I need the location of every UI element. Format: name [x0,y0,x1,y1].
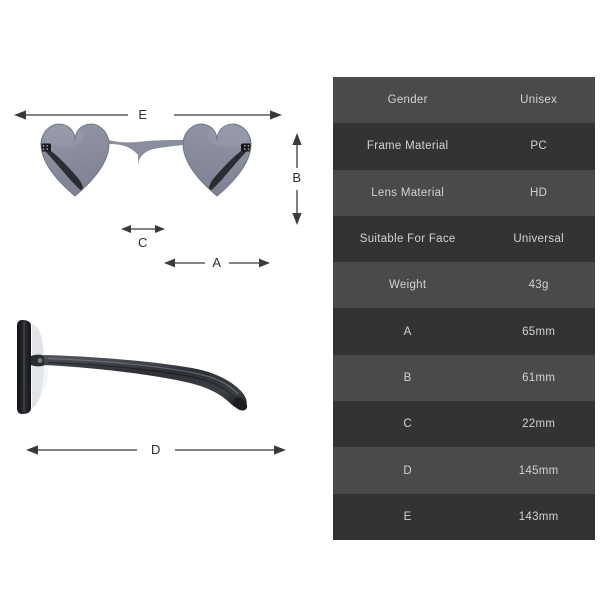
spec-key: Frame Material [366,140,449,153]
spec-value: PC [530,140,547,153]
table-row: Weight 43g [333,262,595,309]
dimension-label-e: E [128,108,158,122]
spec-key: A [403,325,412,338]
table-row: Frame Material PC [333,123,595,170]
spec-value: Unisex [520,94,558,107]
temple-arm [44,355,247,409]
dimension-label-c: C [135,236,151,250]
spec-key: Gender [387,94,428,107]
table-row: Gender Unisex [333,77,595,124]
table-row: A 65mm [333,308,595,355]
dimension-arrow-c [121,225,165,233]
table-row: B 61mm [333,354,595,402]
spec-value: 65mm [522,325,556,338]
right-lens [183,124,251,197]
spec-value: 145mm [518,464,559,477]
spec-key: C [403,418,412,431]
spec-value: 43g [528,279,549,292]
spec-key: Lens Material [371,186,445,199]
spec-key: D [403,464,412,477]
spec-key: Suitable For Face [359,233,456,246]
table-row: D 145mm [333,447,595,494]
table-row: C 22mm [333,401,595,448]
table-row: Lens Material HD [333,169,595,216]
spec-value: 61mm [522,371,556,384]
sunglasses-side-view [17,320,248,414]
product-diagram-panel: E B C A D [0,0,325,600]
spec-value: 22mm [522,418,556,431]
spec-value: HD [530,186,548,199]
dimension-label-a: A [206,256,228,270]
specification-table: Gender Unisex Frame Material PC Lens Mat… [333,77,595,540]
dimension-label-d: D [141,443,171,457]
table-row: E 143mm [333,493,595,540]
spec-key: B [403,371,412,384]
bridge [109,140,183,166]
spec-key: Weight [388,279,427,292]
table-row: Suitable For Face Universal [333,215,595,263]
spec-key: E [403,510,412,523]
dimension-label-b: B [289,171,305,185]
spec-value: Universal [513,233,564,246]
spec-value: 143mm [518,510,559,523]
left-lens [41,124,109,197]
